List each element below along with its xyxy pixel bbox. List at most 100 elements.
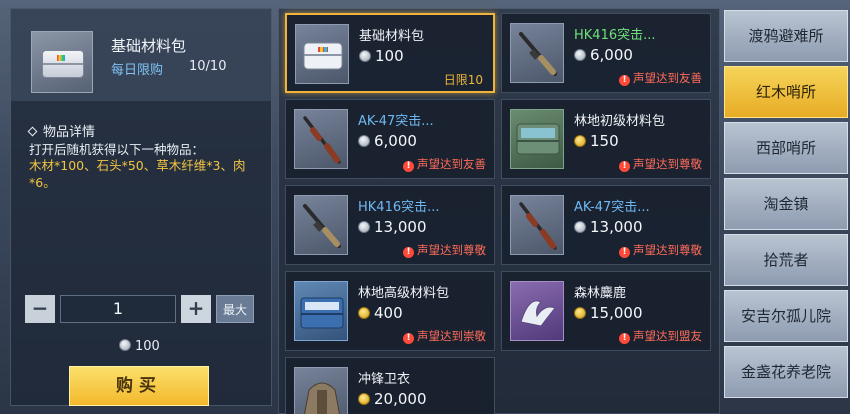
material-case-icon xyxy=(295,24,349,84)
note-text: 声望达到盟友 xyxy=(633,329,702,343)
item-detail-panel: 基础材料包 每日限购 10/10 物品详情 打开后随机获得以下一种物品： 木材*… xyxy=(10,8,272,406)
max-quantity-button[interactable]: 最大 xyxy=(216,295,254,323)
shop-item-price: 13,000 xyxy=(358,218,427,236)
shop-item-card[interactable]: AK-47突击... 6,000! 声望达到友善 xyxy=(285,99,495,179)
shop-item-price-value: 15,000 xyxy=(590,304,643,322)
shop-item-name: 林地高级材料包 xyxy=(358,286,450,301)
shop-item-name: 冲锋卫衣 xyxy=(358,372,411,387)
note-text: 声望达到尊敬 xyxy=(633,243,702,257)
detail-title: 基础材料包 xyxy=(111,37,187,55)
location-tab[interactable]: 淘金镇 xyxy=(724,178,848,230)
silver-coin-icon xyxy=(358,135,370,147)
gold-coin-icon xyxy=(574,135,586,147)
gold-coin-icon xyxy=(358,307,370,319)
shop-item-name: HK416突击... xyxy=(358,200,440,215)
warning-icon: ! xyxy=(403,333,414,344)
reputation-requirement: ! 声望达到尊敬 xyxy=(619,156,702,172)
shop-item-price-value: 6,000 xyxy=(590,46,633,64)
shop-item-name: 森林麋鹿 xyxy=(574,286,627,301)
shop-item-price-value: 400 xyxy=(374,304,403,322)
note-text: 声望达到崇敬 xyxy=(417,329,486,343)
note-text: 声望达到友善 xyxy=(633,71,702,85)
note-text: 声望达到尊敬 xyxy=(633,157,702,171)
woodland-case-icon xyxy=(510,109,564,169)
woodland-advanced-case-icon xyxy=(294,281,348,341)
shop-item-name: AK-47突击... xyxy=(574,200,650,215)
antler-icon xyxy=(510,281,564,341)
location-tab[interactable]: 渡鸦避难所 xyxy=(724,10,848,62)
silver-coin-icon xyxy=(574,49,586,61)
location-tab[interactable]: 红木哨所 xyxy=(724,66,848,118)
shop-item-name: 林地初级材料包 xyxy=(574,114,666,129)
location-tab[interactable]: 西部哨所 xyxy=(724,122,848,174)
shop-item-grid: 基础材料包 100 日限10 HK416突击... 6,000! 声望达到友善 AK-47突… xyxy=(278,8,720,414)
silver-coin-icon xyxy=(574,221,586,233)
gold-coin-icon xyxy=(574,307,586,319)
location-tabs: 渡鸦避难所 红木哨所 西部哨所 淘金镇 拾荒者 安吉尔孤儿院 金盏花养老院 xyxy=(724,10,848,414)
buy-button[interactable]: 购买 xyxy=(69,366,209,406)
shop-item-price: 6,000 xyxy=(358,132,417,150)
total-price-value: 100 xyxy=(135,339,160,354)
assault-rifle-icon xyxy=(294,195,348,255)
warning-icon: ! xyxy=(619,247,630,258)
shop-item-card[interactable]: AK-47突击... 13,000! 声望达到尊敬 xyxy=(501,185,711,265)
shop-item-card[interactable]: HK416突击... 13,000! 声望达到尊敬 xyxy=(285,185,495,265)
warning-icon: ! xyxy=(619,75,630,86)
warning-icon: ! xyxy=(403,247,414,258)
daily-limit-value: 10/10 xyxy=(189,59,227,74)
shop-item-price-value: 150 xyxy=(590,132,619,150)
reputation-requirement: ! 声望达到友善 xyxy=(403,156,486,172)
silver-coin-icon xyxy=(358,221,370,233)
shop-item-price-value: 100 xyxy=(375,47,404,65)
shop-item-price-value: 20,000 xyxy=(374,390,427,408)
hoodie-icon xyxy=(294,367,348,414)
reputation-requirement: ! 声望达到崇敬 xyxy=(403,328,486,344)
warning-icon: ! xyxy=(619,333,630,344)
material-case-icon xyxy=(31,31,93,93)
shop-item-card[interactable]: 冲锋卫衣 20,000 xyxy=(285,357,495,414)
warning-icon: ! xyxy=(403,161,414,172)
location-tab[interactable]: 金盏花养老院 xyxy=(724,346,848,398)
silver-coin-icon xyxy=(359,50,371,62)
shop-item-price: 20,000 xyxy=(358,390,427,408)
total-price: 100 xyxy=(119,339,160,354)
ak47-rifle-icon xyxy=(294,109,348,169)
daily-limit-badge: 日限10 xyxy=(444,71,483,88)
shop-item-name: AK-47突击... xyxy=(358,114,434,129)
item-info-heading-text: 物品详情 xyxy=(43,125,96,140)
quantity-input[interactable]: 1 xyxy=(60,295,176,323)
shop-item-card[interactable]: 林地高级材料包 400! 声望达到崇敬 xyxy=(285,271,495,351)
shop-item-card[interactable]: HK416突击... 6,000! 声望达到友善 xyxy=(501,13,711,93)
decrease-quantity-button[interactable]: − xyxy=(25,295,55,323)
reputation-requirement: ! 声望达到盟友 xyxy=(619,328,702,344)
location-tab[interactable]: 安吉尔孤儿院 xyxy=(724,290,848,342)
shop-item-price: 400 xyxy=(358,304,403,322)
shop-item-price-value: 6,000 xyxy=(374,132,417,150)
note-text: 日限10 xyxy=(443,73,483,87)
ak47-rifle-icon xyxy=(510,195,564,255)
item-contents: 木材*100、石头*50、草木纤维*3、肉*6。 xyxy=(29,158,246,190)
note-text: 声望达到友善 xyxy=(417,157,486,171)
shop-item-price: 100 xyxy=(359,47,404,65)
silver-coin-icon xyxy=(119,339,131,351)
gold-coin-icon xyxy=(358,393,370,405)
shop-item-price: 15,000 xyxy=(574,304,643,322)
shop-item-price: 13,000 xyxy=(574,218,643,236)
reputation-requirement: ! 声望达到尊敬 xyxy=(403,242,486,258)
diamond-icon xyxy=(27,126,38,137)
item-info-heading: 物品详情 xyxy=(27,121,96,140)
shop-item-price: 150 xyxy=(574,132,619,150)
shop-item-price-value: 13,000 xyxy=(374,218,427,236)
reputation-requirement: ! 声望达到尊敬 xyxy=(619,242,702,258)
assault-rifle-icon xyxy=(510,23,564,83)
shop-item-card[interactable]: 林地初级材料包 150! 声望达到尊敬 xyxy=(501,99,711,179)
location-tab[interactable]: 拾荒者 xyxy=(724,234,848,286)
shop-item-name: HK416突击... xyxy=(574,28,656,43)
shop-item-card[interactable]: 基础材料包 100 日限10 xyxy=(285,13,495,93)
note-text: 声望达到尊敬 xyxy=(417,243,486,257)
shop-item-card[interactable]: 森林麋鹿 15,000! 声望达到盟友 xyxy=(501,271,711,351)
increase-quantity-button[interactable]: + xyxy=(181,295,211,323)
daily-limit-label: 每日限购 xyxy=(111,63,164,78)
warning-icon: ! xyxy=(619,161,630,172)
shop-item-name: 基础材料包 xyxy=(359,29,425,44)
